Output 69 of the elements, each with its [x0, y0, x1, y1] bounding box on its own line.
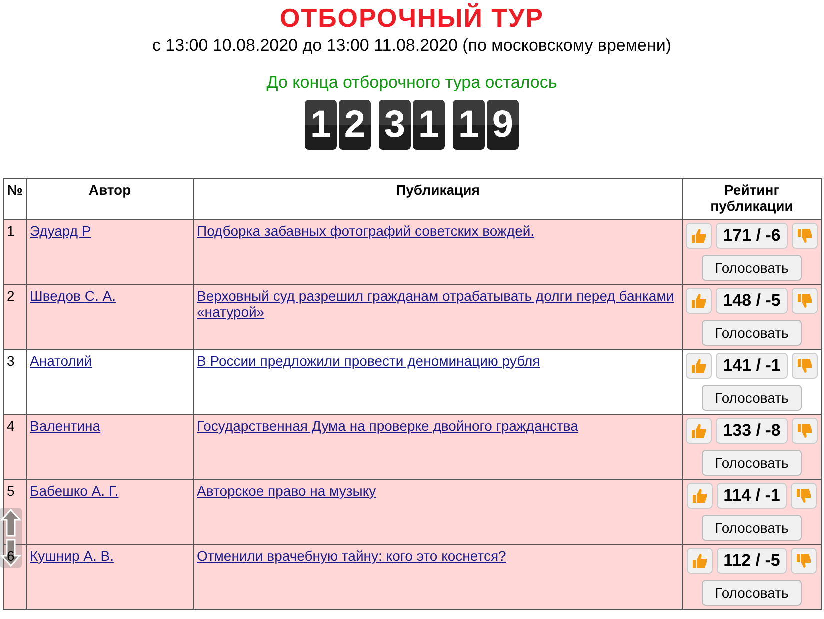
scroll-arrows[interactable]	[0, 508, 22, 568]
like-button[interactable]	[686, 418, 712, 444]
like-button[interactable]	[686, 223, 712, 249]
thumbs-up-icon	[692, 553, 708, 569]
vote-button[interactable]: Голосовать	[702, 515, 802, 541]
row-number: 2	[7, 288, 15, 304]
thumbs-up-icon	[691, 228, 708, 244]
vote-button[interactable]: Голосовать	[702, 450, 802, 476]
rating-score: 133 / -8	[716, 418, 788, 444]
publication-link[interactable]: Отменили врачебную тайну: кого это коснется?	[197, 548, 506, 564]
row-number: 1	[7, 223, 15, 239]
row-number: 3	[7, 353, 15, 369]
vote-button[interactable]: Голосовать	[702, 320, 802, 346]
dislike-button[interactable]	[792, 353, 818, 379]
rating-score: 148 / -5	[716, 288, 788, 314]
author-link[interactable]: Анатолий	[30, 353, 92, 369]
column-header: Рейтинг публикации	[710, 182, 794, 214]
rating-score: 112 / -5	[716, 548, 788, 574]
dislike-button[interactable]	[791, 548, 818, 574]
thumbs-up-icon	[692, 488, 708, 504]
publication-link[interactable]: Авторское право на музыку	[197, 483, 376, 499]
thumbs-down-icon	[796, 293, 813, 309]
countdown-digit: 1	[305, 100, 337, 150]
countdown-digit: 1	[453, 100, 485, 150]
like-button[interactable]	[686, 548, 713, 574]
thumbs-down-icon	[796, 358, 813, 374]
up-arrow-icon	[0, 508, 22, 538]
dislike-button[interactable]	[792, 418, 818, 444]
countdown-digit: 1	[413, 100, 445, 150]
dislike-button[interactable]	[792, 288, 818, 314]
countdown-digit: 2	[339, 100, 371, 150]
countdown-label: До конца отборочного тура осталось	[266, 72, 558, 94]
dislike-button[interactable]	[791, 483, 818, 509]
author-link[interactable]: Валентина	[30, 418, 101, 434]
publication-link[interactable]: Государственная Дума на проверке двойного гражданства	[197, 418, 578, 434]
column-header: Автор	[88, 182, 132, 198]
vote-button[interactable]: Голосовать	[702, 385, 802, 411]
row-number: 4	[7, 418, 15, 434]
row-number: 5	[7, 483, 15, 499]
thumbs-up-icon	[691, 293, 708, 309]
like-button[interactable]	[686, 288, 712, 314]
dislike-button[interactable]	[792, 223, 818, 249]
author-link[interactable]: Кушнир А. В.	[30, 548, 114, 564]
like-button[interactable]	[686, 353, 712, 379]
author-link[interactable]: Эдуард Р	[30, 223, 92, 239]
thumbs-down-icon	[796, 553, 812, 569]
thumbs-down-icon	[796, 488, 812, 504]
row-number: 6	[7, 548, 15, 564]
countdown-digit: 9	[487, 100, 519, 150]
thumbs-down-icon	[796, 423, 813, 439]
rating-score: 171 / -6	[716, 223, 788, 249]
like-button[interactable]	[686, 483, 713, 509]
countdown-digit: 3	[379, 100, 411, 150]
publication-link[interactable]: Подборка забавных фотографий советских вождей.	[197, 223, 535, 239]
thumbs-up-icon	[691, 358, 708, 374]
vote-button[interactable]: Голосовать	[702, 580, 802, 606]
down-arrow-icon	[0, 538, 22, 568]
rating-score: 141 / -1	[716, 353, 788, 379]
publication-link[interactable]: В России предложили провести деноминацию рубля	[197, 353, 540, 369]
vote-button[interactable]: Голосовать	[702, 255, 802, 281]
period-text: с 13:00 10.08.2020 до 13:00 11.08.2020 (по московскому времени)	[151, 35, 673, 57]
column-header: Публикация	[396, 182, 480, 198]
thumbs-up-icon	[691, 423, 708, 439]
thumbs-down-icon	[796, 228, 813, 244]
author-link[interactable]: Шведов С. А.	[30, 288, 116, 304]
author-link[interactable]: Бабешко А. Г.	[30, 483, 119, 499]
page-title: ОТБОРОЧНЫЙ ТУР	[278, 2, 546, 34]
rating-score: 114 / -1	[716, 483, 788, 509]
column-header: №	[7, 182, 23, 198]
